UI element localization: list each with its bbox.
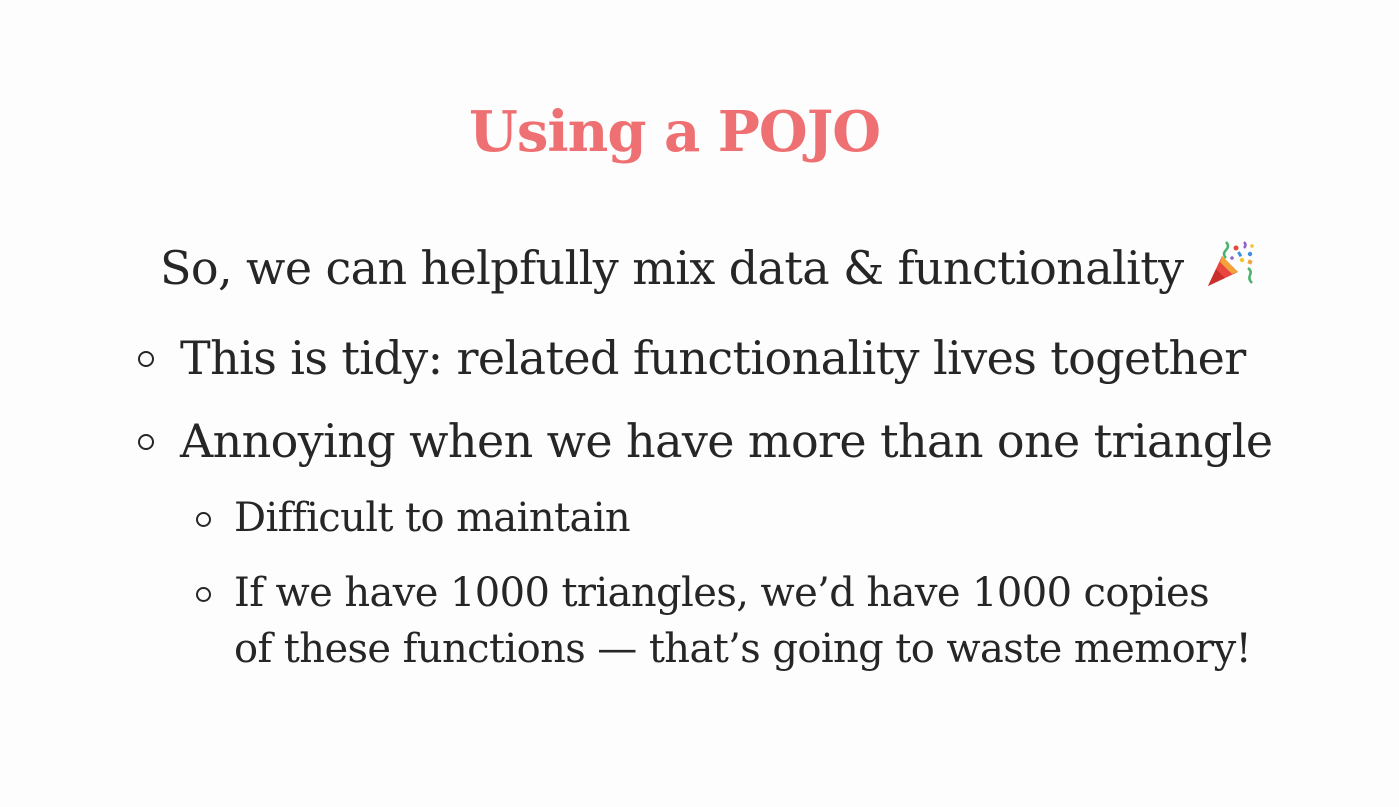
party-popper-icon [1207, 241, 1254, 286]
slide-title: Using a POJO [469, 99, 881, 165]
slide: Using a POJO So, we can helpfully mix da… [0, 0, 1399, 807]
bullet-item: Annoying when we have more than one tria… [138, 409, 1273, 473]
bullet-circle-icon [138, 434, 154, 450]
bullet-item: This is tidy: related functionality live… [138, 326, 1246, 390]
sub-bullet-item: Difficult to maintain [196, 490, 631, 546]
bullet-circle-icon [138, 351, 154, 367]
sub-bullet-item: If we have 1000 triangles, we’d have 100… [196, 565, 1252, 677]
bullet-circle-icon [196, 587, 211, 602]
intro-line: So, we can helpfully mix data & function… [160, 236, 1256, 300]
sub-bullet-text-line2: of these functions — that’s going to was… [234, 626, 1252, 672]
bullet-text: Annoying when we have more than one tria… [180, 414, 1273, 468]
sub-bullet-text-line1: If we have 1000 triangles, we’d have 100… [234, 570, 1210, 616]
sub-bullet-text: Difficult to maintain [234, 495, 631, 541]
intro-text: So, we can helpfully mix data & function… [160, 241, 1184, 295]
bullet-text: This is tidy: related functionality live… [180, 331, 1246, 385]
bullet-circle-icon [196, 512, 211, 527]
